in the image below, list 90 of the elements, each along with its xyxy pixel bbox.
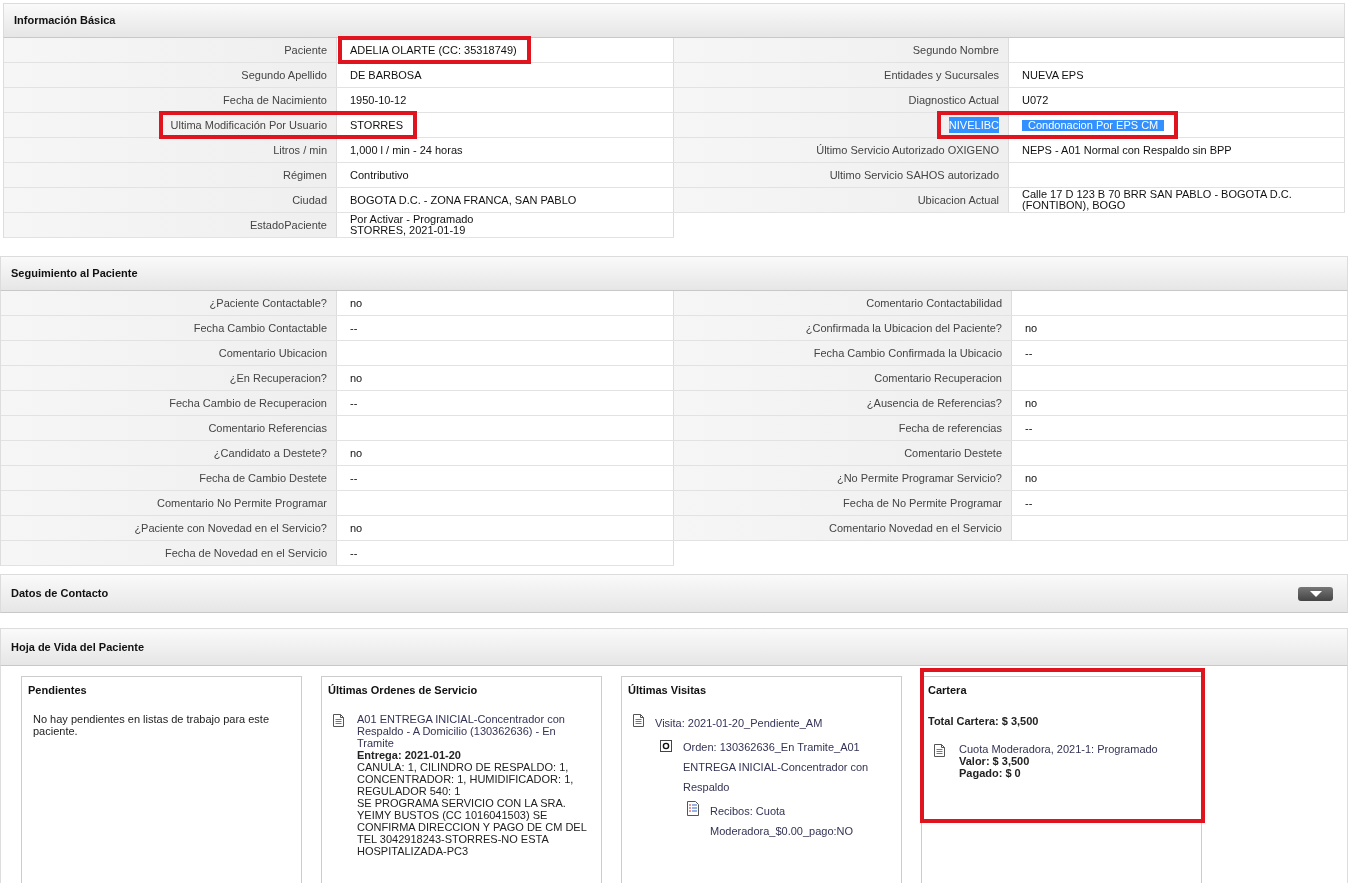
section-title: Seguimiento al Paciente bbox=[11, 266, 138, 282]
field-value: Calle 17 D 123 B 70 BRR SAN PABLO - BOGOTA D.C. (FONTIBON), BOGO bbox=[1022, 189, 1293, 211]
field-value: -- bbox=[350, 322, 358, 334]
field-value: 1950-10-12 bbox=[350, 94, 407, 106]
field-value: ADELIA OLARTE (CC: 35318749) bbox=[350, 44, 517, 56]
field-label: ¿No Permite Programar Servicio? bbox=[836, 470, 1002, 486]
field-label: Comentario Recuperacion bbox=[874, 370, 1002, 386]
field-label: Fecha de Cambio Destete bbox=[199, 470, 327, 486]
field-label: Comentario Referencias bbox=[208, 420, 327, 436]
field-value: U072 bbox=[1022, 94, 1049, 106]
field-label: Fecha de Nacimiento bbox=[223, 92, 327, 108]
order-link[interactable]: A01 ENTREGA INICIAL-Concentrador con Respaldo - A Domicilio (130362636) - En Tramite bbox=[357, 712, 593, 749]
field-value: Contributivo bbox=[350, 169, 409, 181]
empty-message: No hay pendientes en listas de trabajo para este paciente. bbox=[32, 712, 271, 737]
field-label: NIVELIBC bbox=[948, 116, 999, 134]
visit-link[interactable]: Orden: 130362636_En Tramite_A01 ENTREGA INICIAL-Concentrador con Respaldo bbox=[683, 736, 876, 797]
field-value: -- bbox=[350, 547, 358, 559]
section-title: Hoja de Vida del Paciente bbox=[11, 639, 145, 655]
field-label: ¿Paciente con Novedad en el Servicio? bbox=[134, 520, 327, 536]
field-label: Paciente bbox=[284, 42, 327, 58]
visit-link[interactable]: Recibos: Cuota Moderadora_$0.00_pago:NO bbox=[710, 800, 876, 841]
document-icon bbox=[934, 744, 945, 757]
card-title: Pendientes bbox=[28, 683, 88, 698]
square-dot-icon bbox=[660, 739, 672, 752]
field-label: Comentario Ubicacion bbox=[218, 345, 327, 361]
field-label: Comentario Novedad en el Servicio bbox=[828, 520, 1002, 536]
card-title: Últimas Ordenes de Servicio bbox=[328, 683, 479, 698]
field-value: -- bbox=[1025, 497, 1033, 509]
delivery-date: Entrega: 2021-01-20 bbox=[357, 748, 462, 761]
caret-down-icon bbox=[1309, 590, 1322, 597]
field-label: ¿En Recuperacion? bbox=[229, 370, 327, 386]
card-title: Cartera bbox=[928, 683, 968, 698]
field-label: Fecha Cambio Contactable bbox=[193, 320, 327, 336]
field-label: Fecha de Novedad en el Servicio bbox=[164, 545, 327, 561]
list-document-icon bbox=[687, 800, 699, 816]
field-value: Condonacion Por EPS CM bbox=[1022, 119, 1165, 131]
field-value: -- bbox=[1025, 422, 1033, 434]
section-title: Información Básica bbox=[14, 13, 116, 29]
field-label: Segundo Apellido bbox=[241, 67, 327, 83]
field-label: Fecha Cambio de Recuperacion bbox=[169, 395, 327, 411]
field-value: STORRES bbox=[350, 119, 403, 131]
field-value: BOGOTA D.C. - ZONA FRANCA, SAN PABLO bbox=[350, 194, 577, 206]
wallet-amount: Pagado: $ 0 bbox=[959, 767, 1022, 779]
order-detail: CANULA: 1, CILINDRO DE RESPALDO: 1, CONCENTRADOR: 1, HUMIDIFICADOR: 1, REGULADOR 540: 1 bbox=[357, 760, 575, 797]
field-value: DE BARBOSA bbox=[350, 69, 422, 81]
field-label: Fecha Cambio Confirmada la Ubicacio bbox=[813, 345, 1002, 361]
field-label: ¿Confirmada la Ubicacion del Paciente? bbox=[805, 320, 1002, 336]
field-value: no bbox=[350, 372, 363, 384]
field-value: no bbox=[1025, 322, 1038, 334]
field-value: NEPS - A01 Normal con Respaldo sin BPP bbox=[1022, 144, 1232, 156]
field-label: Ciudad bbox=[292, 192, 327, 208]
field-label: Ubicacion Actual bbox=[917, 192, 999, 208]
field-label: ¿Candidato a Destete? bbox=[213, 445, 327, 461]
field-value: no bbox=[1025, 472, 1038, 484]
wallet-total: Total Cartera: $ 3,500 bbox=[928, 713, 1040, 729]
field-value: -- bbox=[350, 397, 358, 409]
visit-link[interactable]: Visita: 2021-01-20_Pendiente_AM bbox=[655, 712, 875, 733]
field-label: Comentario Destete bbox=[904, 445, 1002, 461]
document-icon bbox=[633, 713, 644, 727]
field-value: NUEVA EPS bbox=[1022, 69, 1084, 81]
field-label: Diagnostico Actual bbox=[908, 92, 999, 108]
field-label: Comentario No Permite Programar bbox=[157, 495, 327, 511]
field-value: no bbox=[350, 447, 363, 459]
field-label: Comentario Contactabilidad bbox=[866, 295, 1002, 311]
field-label: Segundo Nombre bbox=[912, 42, 999, 58]
field-label: Entidades y Sucursales bbox=[884, 67, 999, 83]
field-label: Ultimo Servicio SAHOS autorizado bbox=[829, 167, 999, 183]
field-value: 1,000 l / min - 24 horas bbox=[350, 144, 463, 156]
order-detail: SE PROGRAMA SERVICIO CON LA SRA. YEIMY BUSTOS (CC 1016041503) SE CONFIRMA DIRECCION Y PAGO DE CM DEL TEL 3042918243-STORRES-NO ESTA HOSPITALIZADA-PC3 bbox=[357, 796, 588, 857]
field-value: no bbox=[350, 522, 363, 534]
expand-toggle-button[interactable] bbox=[1298, 586, 1333, 601]
field-value: Por Activar - Programado STORRES, 2021-01-19 bbox=[350, 214, 474, 236]
document-icon bbox=[333, 713, 344, 727]
card-title: Últimas Visitas bbox=[628, 683, 708, 698]
field-label: Litros / min bbox=[273, 142, 327, 158]
field-value: no bbox=[1025, 397, 1038, 409]
field-value: -- bbox=[1025, 347, 1033, 359]
field-label: ¿Paciente Contactable? bbox=[209, 295, 327, 311]
field-label: ¿Ausencia de Referencias? bbox=[866, 395, 1002, 411]
field-label: Régimen bbox=[282, 167, 327, 183]
field-label: EstadoPaciente bbox=[249, 217, 327, 233]
field-value: -- bbox=[350, 472, 358, 484]
field-label: Fecha de referencias bbox=[898, 420, 1002, 436]
wallet-link[interactable]: Cuota Moderadora, 2021-1: Programado bbox=[959, 743, 1158, 755]
field-label: Ultima Modificación Por Usuario bbox=[170, 117, 327, 133]
field-value: no bbox=[350, 297, 363, 309]
wallet-amount: Valor: $ 3,500 bbox=[959, 755, 1031, 767]
section-title: Datos de Contacto bbox=[11, 586, 109, 602]
field-label: Fecha de No Permite Programar bbox=[843, 495, 1002, 511]
field-label: Último Servicio Autorizado OXIGENO bbox=[816, 142, 999, 158]
